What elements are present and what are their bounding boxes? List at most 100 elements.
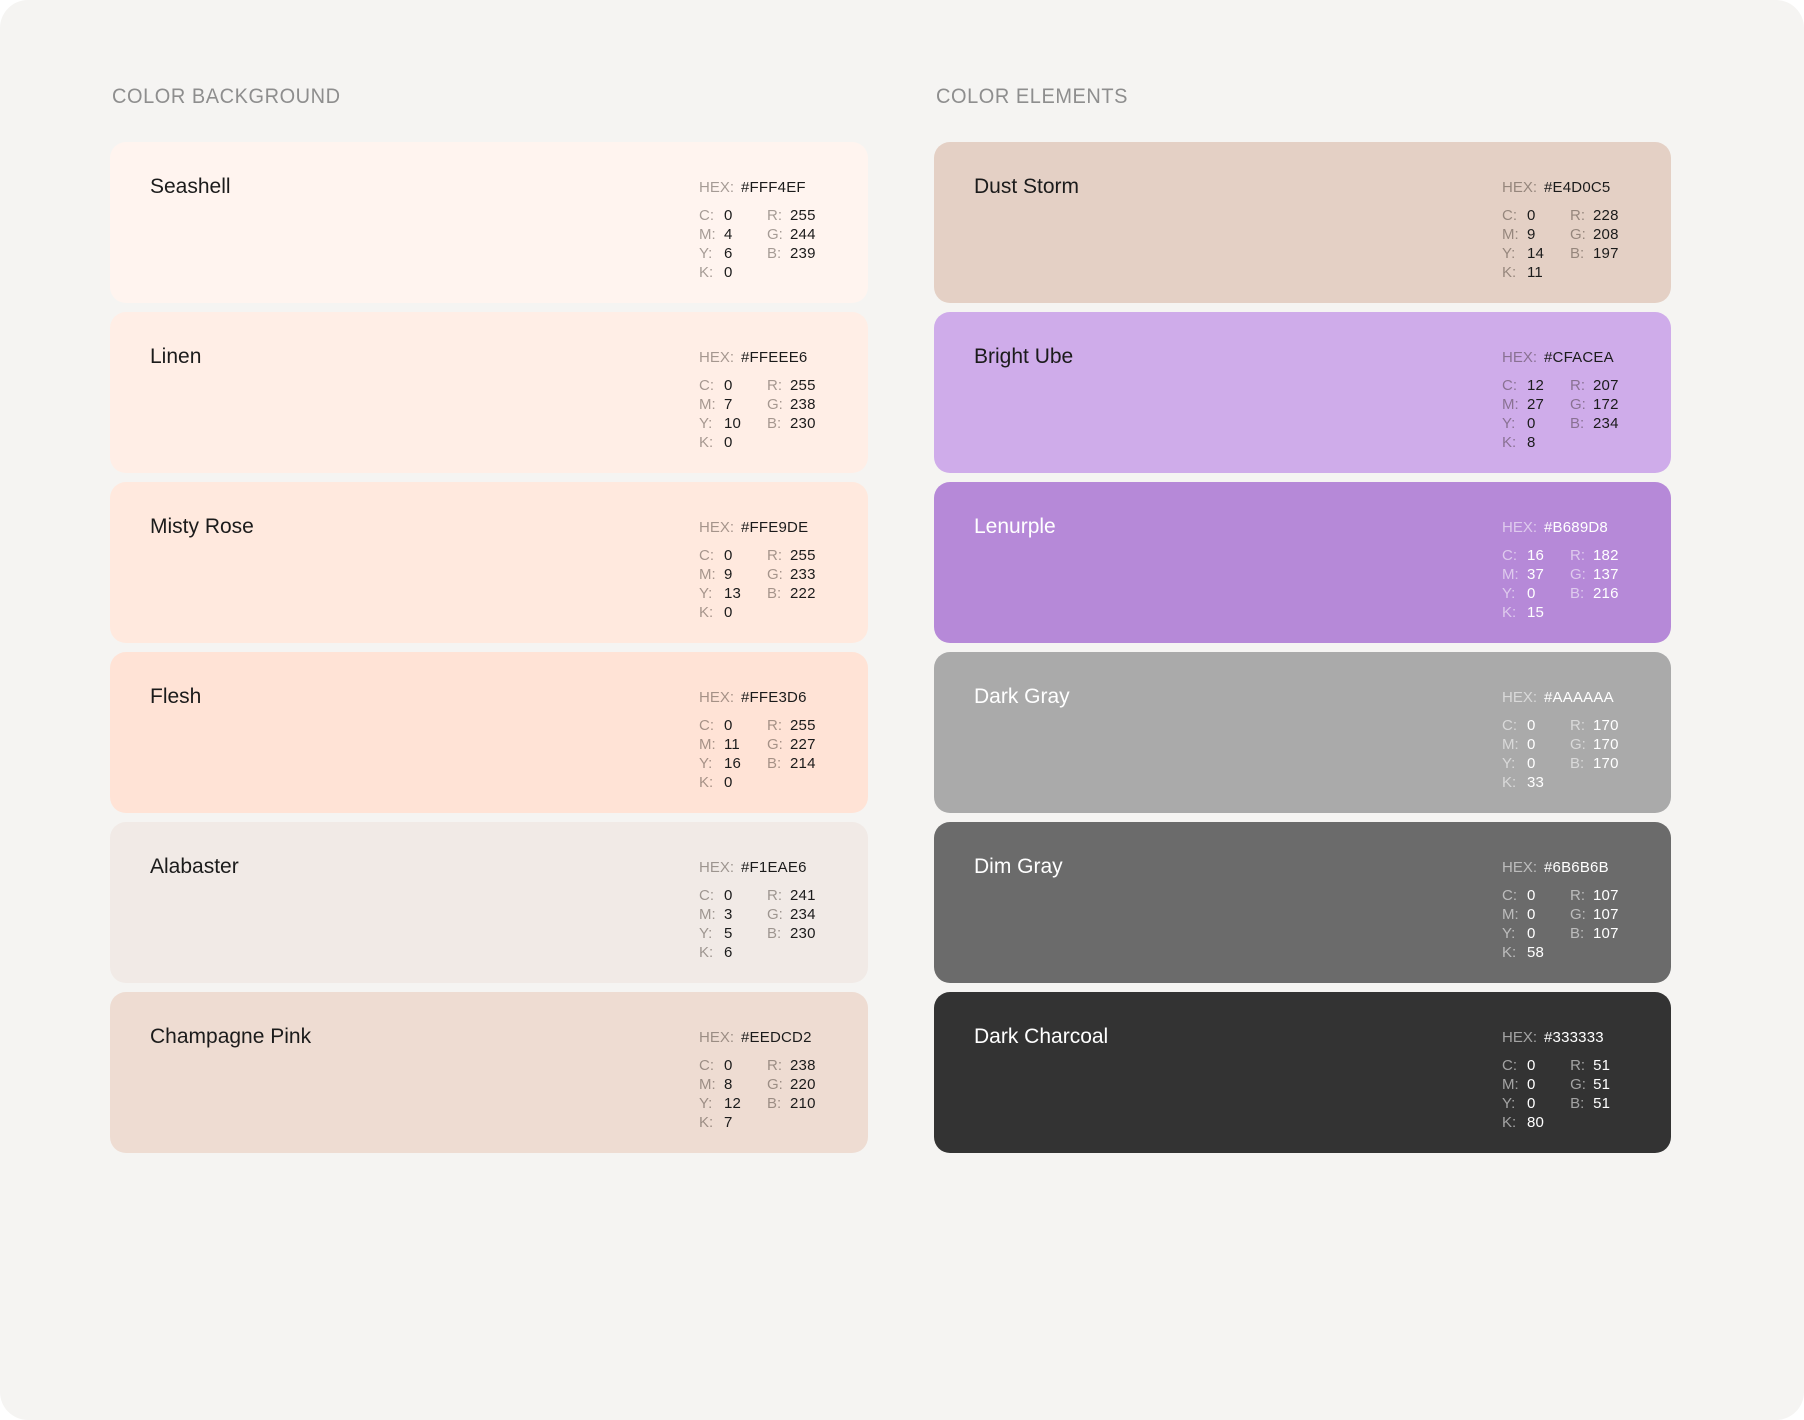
g-label: G:	[1570, 736, 1586, 753]
rgb-column: R: 51 G: 51 B: 51	[1570, 1056, 1610, 1132]
g-label: G:	[767, 1076, 783, 1093]
numeric-values: C: 0 M: 0 Y: 0 K: 33 R: 170 G: 170 B: 170	[1502, 716, 1619, 792]
hex-row: HEX: #CFACEA	[1502, 348, 1616, 367]
g-value: 51	[1593, 1076, 1611, 1093]
numeric-values: C: 0 M: 0 Y: 0 K: 58 R: 107 G: 107 B: 107	[1502, 886, 1619, 962]
y-label: Y:	[1502, 755, 1516, 772]
m-value: 9	[1527, 226, 1536, 243]
c-value: 0	[724, 717, 733, 734]
section-title: COLOR ELEMENTS	[936, 85, 1129, 108]
k-label: K:	[699, 264, 714, 281]
m-value: 3	[724, 906, 733, 923]
cmyk-column: C: 12 M: 27 Y: 0 K: 8	[1502, 376, 1544, 452]
k-label: K:	[699, 944, 714, 961]
k-value: 11	[1527, 264, 1543, 281]
k-value: 15	[1527, 604, 1545, 621]
rgb-b-row: B: 234	[1570, 414, 1619, 433]
hex-value: #B689D8	[1544, 519, 1608, 536]
color-swatch-card: Flesh HEX: #FFE3D6 C: 0 M: 11 Y: 16 K: 0 R: 25…	[110, 652, 868, 813]
k-value: 0	[724, 604, 733, 621]
m-value: 4	[724, 226, 733, 243]
b-label: B:	[767, 925, 782, 942]
c-value: 16	[1527, 547, 1545, 564]
cmyk-y-row: Y: 0	[1502, 584, 1544, 603]
cmyk-y-row: Y: 12	[699, 1094, 741, 1113]
hex-label: HEX:	[699, 519, 735, 536]
color-values: HEX: #E4D0C5 C: 0 M: 9 Y: 14 K: 11 R: 228 G: 20…	[1502, 178, 1618, 282]
cmyk-m-row: M: 7	[699, 395, 741, 414]
r-value: 241	[790, 887, 816, 904]
r-label: R:	[1570, 1057, 1586, 1074]
y-label: Y:	[699, 245, 713, 262]
section-title: COLOR BACKGROUND	[112, 85, 341, 108]
cmyk-column: C: 0 M: 3 Y: 5 K: 6	[699, 886, 741, 962]
rgb-g-row: G: 137	[1570, 565, 1619, 584]
hex-value: #CFACEA	[1544, 349, 1614, 366]
m-value: 7	[724, 396, 733, 413]
r-label: R:	[1570, 717, 1585, 734]
color-name: Dim Gray	[974, 855, 1063, 878]
c-label: C:	[1502, 377, 1517, 394]
g-value: 172	[1593, 396, 1619, 413]
c-label: C:	[1502, 887, 1517, 904]
g-label: G:	[767, 736, 783, 753]
g-label: G:	[1570, 566, 1586, 583]
rgb-g-row: G: 238	[767, 395, 816, 414]
k-label: K:	[1502, 944, 1517, 961]
m-label: M:	[1502, 736, 1519, 753]
rgb-column: R: 107 G: 107 B: 107	[1570, 886, 1619, 962]
cmyk-k-row: K: 15	[1502, 603, 1544, 622]
c-value: 12	[1527, 377, 1545, 394]
m-label: M:	[699, 226, 716, 243]
color-values: HEX: #FFEEE6 C: 0 M: 7 Y: 10 K: 0 R: 255 G: 238…	[699, 348, 816, 452]
m-value: 9	[724, 566, 733, 583]
b-value: 107	[1593, 925, 1619, 942]
cmyk-y-row: Y: 5	[699, 924, 741, 943]
color-swatch-card: Champagne Pink HEX: #EEDCD2 C: 0 M: 8 Y: 12 …	[110, 992, 868, 1153]
color-swatch-card: Alabaster HEX: #F1EAE6 C: 0 M: 3 Y: 5 K: 6 R:…	[110, 822, 868, 983]
y-label: Y:	[1502, 1095, 1516, 1112]
g-value: 220	[790, 1076, 816, 1093]
c-value: 0	[1527, 717, 1536, 734]
c-label: C:	[1502, 1057, 1517, 1074]
r-label: R:	[767, 717, 782, 734]
cmyk-column: C: 0 M: 0 Y: 0 K: 58	[1502, 886, 1544, 962]
numeric-values: C: 0 M: 3 Y: 5 K: 6 R: 241 G: 234 B: 230	[699, 886, 816, 962]
color-swatch-card: Dark Charcoal HEX: #333333 C: 0 M: 0 Y: 0 K:…	[934, 992, 1671, 1153]
b-value: 230	[790, 415, 816, 432]
hex-value: #FFE9DE	[741, 519, 809, 536]
r-label: R:	[767, 547, 782, 564]
g-label: G:	[767, 566, 783, 583]
rgb-column: R: 255 G: 238 B: 230	[767, 376, 816, 452]
rgb-b-row: B: 216	[1570, 584, 1619, 603]
color-name: Bright Ube	[974, 345, 1074, 368]
cmyk-column: C: 16 M: 37 Y: 0 K: 15	[1502, 546, 1544, 622]
color-values: HEX: #333333 C: 0 M: 0 Y: 0 K: 80 R: 51 G: 51 B…	[1502, 1028, 1616, 1132]
color-values: HEX: #FFE9DE C: 0 M: 9 Y: 13 K: 0 R: 255 G: 233…	[699, 518, 815, 622]
b-label: B:	[767, 1095, 782, 1112]
rgb-g-row: G: 244	[767, 225, 816, 244]
c-value: 0	[724, 887, 733, 904]
cmyk-k-row: K: 33	[1502, 773, 1544, 792]
m-value: 0	[1527, 736, 1536, 753]
color-name: Seashell	[150, 175, 231, 198]
hex-value: #EEDCD2	[741, 1029, 812, 1046]
r-label: R:	[767, 207, 782, 224]
g-value: 170	[1593, 736, 1619, 753]
g-label: G:	[1570, 906, 1586, 923]
cmyk-column: C: 0 M: 11 Y: 16 K: 0	[699, 716, 741, 792]
y-value: 0	[1527, 585, 1536, 602]
numeric-values: C: 0 M: 11 Y: 16 K: 0 R: 255 G: 227 B: 214	[699, 716, 815, 792]
numeric-values: C: 0 M: 9 Y: 13 K: 0 R: 255 G: 233 B: 222	[699, 546, 815, 622]
y-value: 0	[1527, 1095, 1536, 1112]
m-label: M:	[699, 906, 716, 923]
k-value: 33	[1527, 774, 1545, 791]
g-label: G:	[767, 906, 783, 923]
color-values: HEX: #B689D8 C: 16 M: 37 Y: 0 K: 15 R: 182 G: 1…	[1502, 518, 1619, 622]
m-label: M:	[1502, 1076, 1519, 1093]
color-guide-page: COLOR BACKGROUND Seashell HEX: #FFF4EF C:…	[0, 0, 1804, 1420]
g-label: G:	[767, 396, 783, 413]
b-value: 234	[1593, 415, 1619, 432]
rgb-r-row: R: 241	[767, 886, 816, 905]
m-value: 37	[1527, 566, 1545, 583]
